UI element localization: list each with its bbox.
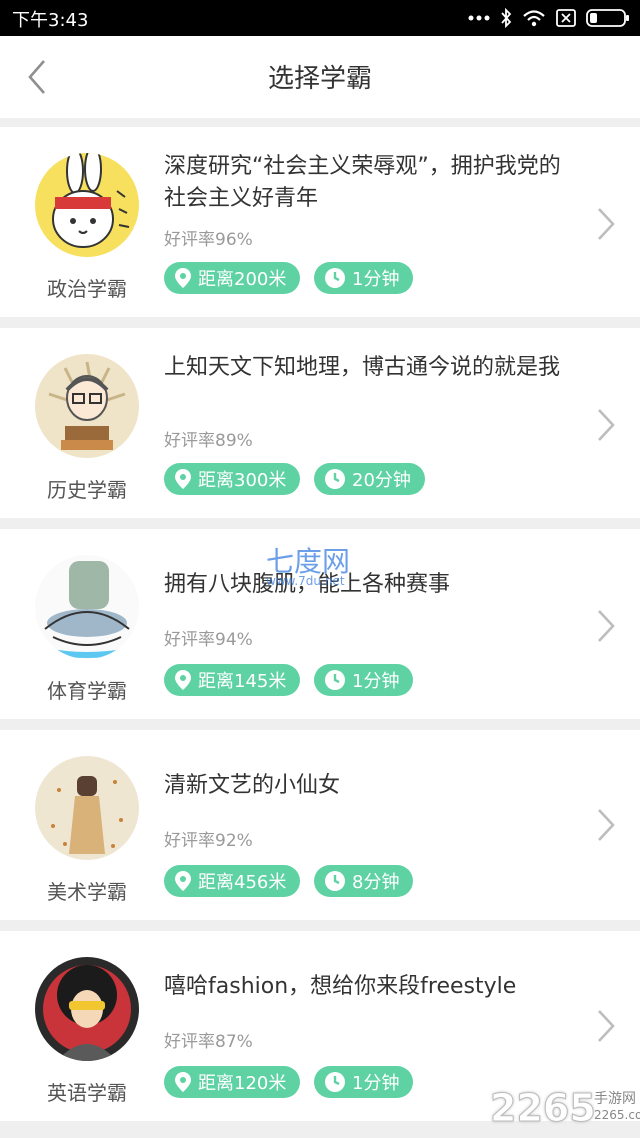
brand-sub1: 手游网 [594,1091,636,1107]
tutor-card-art[interactable]: 美术学霸 清新文艺的小仙女 好评率92% 距离456米 8分钟 [0,730,640,920]
wifi-icon [523,10,545,27]
time-text: 1分钟 [352,671,400,692]
avatar [35,354,139,458]
chevron-right-icon[interactable] [596,206,616,242]
subject-label: 体育学霸 [47,679,127,703]
distance-text: 距离120米 [198,1073,287,1094]
rating-text: 好评率92% [164,831,253,851]
time-badge: 1分钟 [314,262,414,294]
tutor-card-history[interactable]: 历史学霸 上知天文下知地理，博古通今说的就是我 好评率89% 距离300米 20… [0,328,640,518]
chevron-right-icon[interactable] [596,807,616,843]
status-icons [468,6,630,30]
rating-text: 好评率94% [164,630,253,650]
subject-label: 美术学霸 [47,880,127,904]
hiphop-avatar-image [35,957,139,1061]
sim-icon [556,9,576,27]
clock-icon [325,871,345,891]
sitting-boy-avatar-image [35,555,139,659]
chevron-right-icon[interactable] [596,407,616,443]
clock-icon [325,268,345,288]
rating-text: 好评率87% [164,1032,253,1052]
rating-text: 好评率89% [164,431,253,451]
girl-avatar-image [35,756,139,860]
time-badge: 1分钟 [314,664,414,696]
time-text: 1分钟 [352,1073,400,1094]
tutor-description: 深度研究“社会主义荣辱观”，拥护我党的社会主义好青年 [164,154,561,211]
time-badge: 1分钟 [314,1066,414,1098]
tutor-card-politics[interactable]: 政治学霸 深度研究“社会主义荣辱观”，拥护我党的社会主义好青年 好评率96% 距… [0,127,640,317]
distance-badge: 距离120米 [164,1066,301,1098]
brand-logo: 2265 [490,1086,597,1131]
location-pin-icon [175,1072,191,1092]
bunny-avatar-image [35,153,139,257]
subject-label: 历史学霸 [47,478,127,502]
tutor-description: 嘻哈fashion，想给你来段freestyle [164,974,517,999]
time-text: 20分钟 [352,470,411,491]
avatar [35,153,139,257]
distance-text: 距离300米 [198,470,287,491]
watermark: 七度网 www.7du.net [266,540,350,588]
tutor-description: 拥有八块腹肌，能上各种赛事 [164,572,451,597]
distance-badge: 距离456米 [164,865,301,897]
brand-sub2: 2265.com [594,1108,640,1122]
distance-badge: 距离145米 [164,664,301,696]
bluetooth-icon [501,8,512,28]
time-badge: 20分钟 [314,463,425,495]
page-title: 选择学霸 [267,64,372,94]
watermark-url: www.7du.net [266,574,345,588]
nav-bar: 选择学霸 [0,36,640,118]
distance-text: 距离200米 [198,269,287,290]
tutor-description: 上知天文下知地理，博古通今说的就是我 [164,355,561,380]
battery-icon [586,9,629,27]
avatar [35,957,139,1061]
chevron-right-icon[interactable] [596,1008,616,1044]
time-text: 1分钟 [352,269,400,290]
location-pin-icon [175,871,191,891]
clock-icon [325,670,345,690]
glasses-boy-avatar-image [35,354,139,458]
status-time: 下午3:43 [12,10,89,31]
avatar [35,555,139,659]
time-text: 8分钟 [352,872,400,893]
subject-label: 英语学霸 [47,1081,127,1105]
brand-watermark: 2265 手游网 2265.com [490,1086,640,1134]
chevron-right-icon[interactable] [596,608,616,644]
clock-icon [325,469,345,489]
subject-label: 政治学霸 [47,277,127,301]
avatar [35,756,139,860]
location-pin-icon [175,268,191,288]
more-dots-icon [468,15,490,21]
tutor-description: 清新文艺的小仙女 [164,773,341,798]
distance-badge: 距离200米 [164,262,301,294]
location-pin-icon [175,670,191,690]
clock-icon [325,1072,345,1092]
distance-badge: 距离300米 [164,463,301,495]
status-bar: 下午3:43 [0,0,640,36]
rating-text: 好评率96% [164,230,253,250]
distance-text: 距离456米 [198,872,287,893]
location-pin-icon [175,469,191,489]
distance-text: 距离145米 [198,671,287,692]
time-badge: 8分钟 [314,865,414,897]
